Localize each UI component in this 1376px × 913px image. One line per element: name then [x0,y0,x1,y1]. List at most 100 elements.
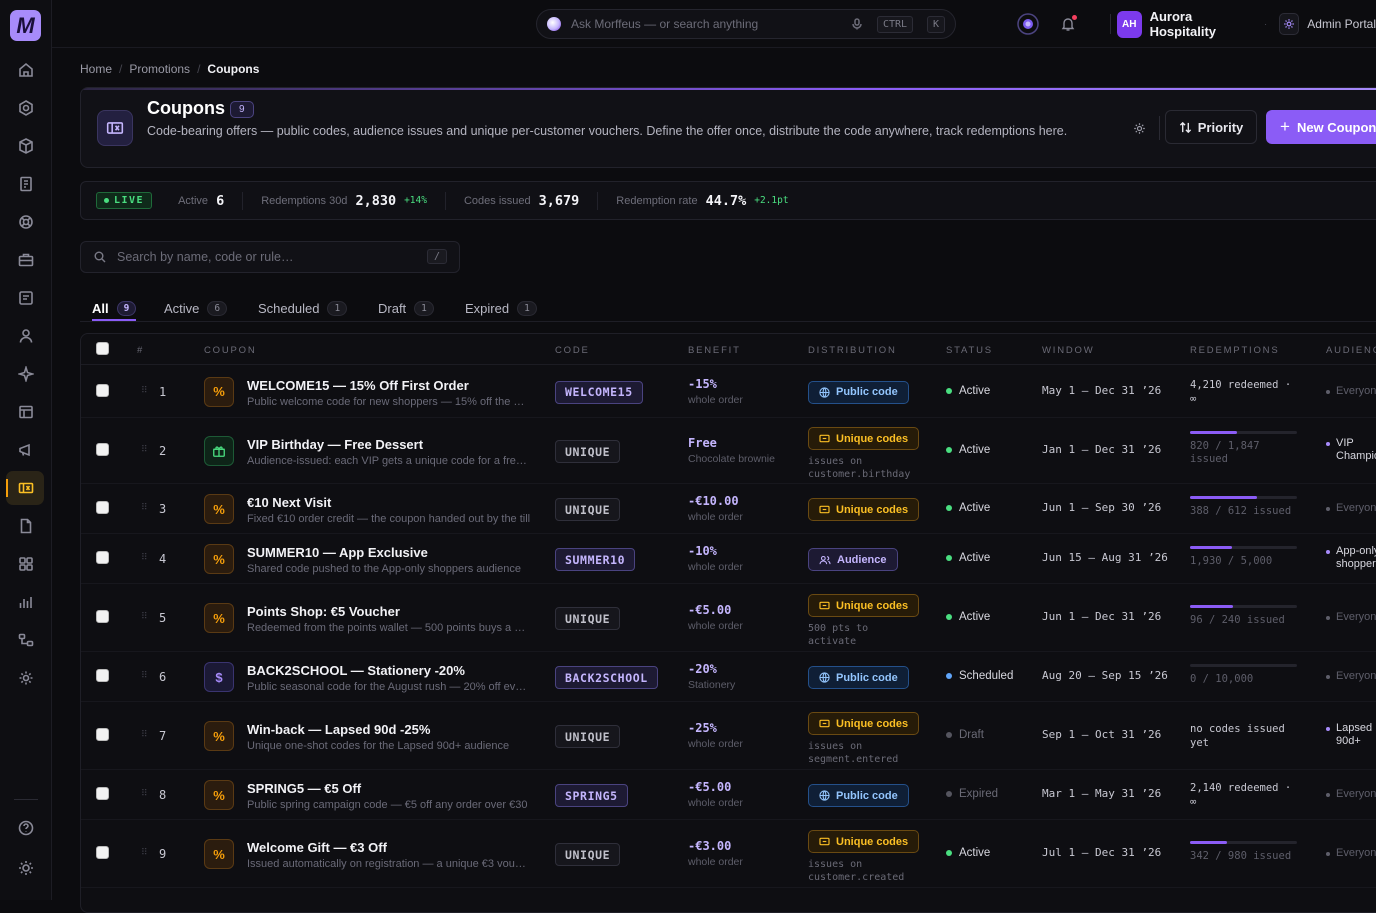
file-icon[interactable] [15,515,37,537]
cube-icon[interactable] [15,135,37,157]
new-coupon-button[interactable]: + New Coupon [1266,110,1376,144]
coupon-icon[interactable] [15,477,37,499]
audience-cell[interactable]: Everyone [1326,847,1376,860]
coupon-code[interactable]: BACK2SCHOOL [555,666,658,689]
drag-handle-icon[interactable]: ⠿ [141,847,148,858]
table-row[interactable]: ⠿ 7% Win-back — Lapsed 90d -25% Unique one-… [81,702,1376,770]
table-row[interactable]: ⠿ 6 $ BACK2SCHOOL — Stationery -20% Public s… [81,652,1376,702]
coupon-code[interactable]: UNIQUE [555,843,621,866]
coupon-name[interactable]: SUMMER10 — App Exclusive [247,545,428,560]
drag-handle-icon[interactable]: ⠿ [141,729,148,740]
col-distribution[interactable]: DISTRIBUTION [808,345,897,356]
tab-expired[interactable]: Expired 1 [465,294,537,322]
distribution-badge[interactable]: Public code [808,666,909,689]
home-icon[interactable] [15,59,37,81]
theme-toggle-icon[interactable] [15,857,37,879]
audience-cell[interactable]: Everyone [1326,502,1376,515]
drag-handle-icon[interactable]: ⠿ [141,552,148,563]
col-audience[interactable]: AUDIENCE [1326,345,1376,356]
coupon-code[interactable]: UNIQUE [555,440,621,463]
col-benefit[interactable]: BENEFIT [688,345,741,356]
row-checkbox[interactable] [96,787,109,800]
lifebuoy-icon[interactable] [15,211,37,233]
col-status[interactable]: STATUS [946,345,993,356]
distribution-badge[interactable]: Unique codes [808,712,920,735]
coupon-code[interactable]: SPRING5 [555,784,628,807]
coupon-code[interactable]: UNIQUE [555,498,621,521]
row-checkbox[interactable] [96,443,109,456]
table-row[interactable]: ⠿ 5% Points Shop: €5 Voucher Redeemed from … [81,584,1376,652]
tab-active[interactable]: Active 6 [164,294,228,322]
document-list-icon[interactable] [15,287,37,309]
priority-button[interactable]: Priority [1165,110,1257,144]
row-checkbox[interactable] [96,610,109,623]
drag-handle-icon[interactable]: ⠿ [141,788,148,799]
row-checkbox[interactable] [96,501,109,514]
distribution-badge[interactable]: Unique codes [808,594,920,617]
notifications-button[interactable] [1060,9,1077,39]
coupon-code[interactable]: UNIQUE [555,607,621,630]
drag-handle-icon[interactable]: ⠿ [141,670,148,681]
row-checkbox[interactable] [96,669,109,682]
assistant-search[interactable]: Ask Morffeus — or search anything CTRL K [536,9,956,39]
coupon-name[interactable]: SPRING5 — €5 Off [247,781,361,796]
select-all-checkbox[interactable] [96,342,109,355]
col-window[interactable]: WINDOW [1042,345,1094,356]
col-redemptions[interactable]: REDEMPTIONS [1190,345,1279,356]
breadcrumb-promotions[interactable]: Promotions [129,62,190,76]
coupon-name[interactable]: WELCOME15 — 15% Off First Order [247,378,469,393]
audience-cell[interactable]: App-only shoppers [1326,545,1376,571]
coupon-name[interactable]: Win-back — Lapsed 90d -25% [247,722,430,737]
row-checkbox[interactable] [96,551,109,564]
briefcase-icon[interactable] [15,249,37,271]
coupon-name[interactable]: VIP Birthday — Free Dessert [247,437,423,452]
tab-all[interactable]: All 9 [92,294,137,322]
receipt-icon[interactable] [15,173,37,195]
table-icon[interactable] [15,401,37,423]
drag-handle-icon[interactable]: ⠿ [141,444,148,455]
settings-button[interactable] [1127,116,1151,140]
drag-handle-icon[interactable]: ⠿ [141,611,148,622]
drag-handle-icon[interactable]: ⠿ [141,385,148,396]
audience-cell[interactable]: Lapsed 90d+ [1326,722,1372,748]
distribution-badge[interactable]: Public code [808,380,909,404]
tab-draft[interactable]: Draft 1 [378,294,434,322]
table-row[interactable]: ⠿ 2 VIP Birthday — Free Dessert Audience-is… [81,418,1376,484]
drag-handle-icon[interactable]: ⠿ [141,502,148,513]
table-row[interactable]: ⠿ 9% Welcome Gift — €3 Off Issued automatic… [81,820,1376,888]
help-icon[interactable] [15,817,37,839]
table-row[interactable]: ⠿ 8% SPRING5 — €5 Off Public spring campaig… [81,770,1376,820]
target-icon[interactable] [15,97,37,119]
row-checkbox[interactable] [96,846,109,859]
row-checkbox[interactable] [96,383,109,397]
coupon-search-input[interactable]: Search by name, code or rule… / [80,241,460,273]
distribution-badge[interactable]: Unique codes [808,498,920,521]
distribution-badge[interactable]: Unique codes [808,830,920,853]
coupon-name[interactable]: BACK2SCHOOL — Stationery -20% [247,663,465,678]
app-logo[interactable]: M [10,10,41,41]
audience-cell[interactable]: VIP Champions [1326,437,1376,463]
audience-cell[interactable]: Everyone [1326,385,1376,398]
table-row[interactable]: ⠿ 3% €10 Next Visit Fixed €10 order credit … [81,484,1376,534]
coupon-name[interactable]: Welcome Gift — €3 Off [247,840,387,855]
table-row[interactable]: ⠿ 4% SUMMER10 — App Exclusive Shared code p… [81,534,1376,584]
col-code[interactable]: CODE [555,345,590,356]
row-checkbox[interactable] [96,728,109,741]
distribution-badge[interactable]: Unique codes [808,427,920,450]
assistant-button[interactable] [1016,9,1040,39]
table-row[interactable]: ⠿ 1% WELCOME15 — 15% Off First Order Public… [81,365,1376,418]
org-switcher[interactable]: AH Aurora Hospitality · Admin Portal [1117,9,1376,39]
settings-icon[interactable] [15,667,37,689]
coupon-code[interactable]: UNIQUE [555,725,621,748]
sparkle-icon[interactable] [15,363,37,385]
col-coupon[interactable]: COUPON [204,345,257,356]
distribution-badge[interactable]: Audience [808,548,898,571]
microphone-icon[interactable] [851,18,863,30]
grid-icon[interactable] [15,553,37,575]
coupon-code[interactable]: WELCOME15 [555,380,643,404]
workflow-icon[interactable] [15,629,37,651]
bar-chart-icon[interactable] [15,591,37,613]
coupon-name[interactable]: Points Shop: €5 Voucher [247,604,400,619]
user-icon[interactable] [15,325,37,347]
tab-scheduled[interactable]: Scheduled 1 [258,294,348,322]
